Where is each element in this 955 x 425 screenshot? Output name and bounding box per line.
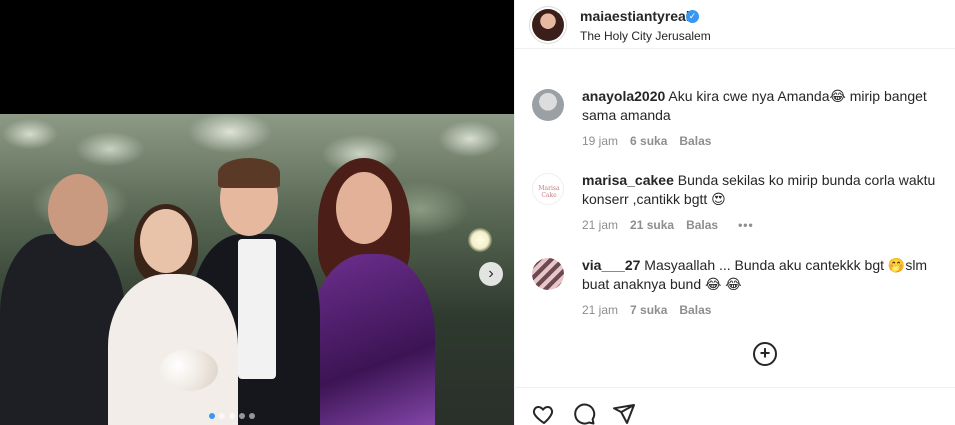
carousel-indicator — [209, 413, 255, 419]
carousel-dot — [209, 413, 215, 419]
comment-body: via___27 Masyaallah ... Bunda aku cantek… — [582, 256, 955, 294]
woman-in-purple-dress — [310, 254, 435, 425]
carousel-dot — [249, 413, 255, 419]
woman-face — [336, 172, 392, 244]
bride-dress — [108, 274, 238, 425]
share-icon[interactable] — [612, 402, 636, 425]
bouquet — [160, 349, 218, 391]
comment-time[interactable]: 21 jam — [582, 218, 618, 232]
post-media: › — [0, 0, 514, 425]
commenter-username[interactable]: anayola2020 — [582, 88, 665, 104]
comment-time[interactable]: 21 jam — [582, 303, 618, 317]
chevron-right-icon: › — [488, 265, 494, 282]
post-location[interactable]: The Holy City Jerusalem — [580, 29, 711, 43]
carousel-dot — [239, 413, 245, 419]
author-avatar[interactable] — [532, 9, 564, 41]
man-in-tuxedo — [0, 234, 125, 425]
groom-shirt — [238, 239, 276, 379]
commenter-avatar[interactable] — [532, 258, 564, 290]
commenter-avatar[interactable] — [532, 89, 564, 121]
verified-badge-icon: ✓ — [686, 10, 699, 23]
carousel-dot — [229, 413, 235, 419]
comment-likes[interactable]: 21 suka — [630, 218, 674, 232]
commenter-username[interactable]: via___27 — [582, 257, 640, 273]
comments-list[interactable]: anayola2020 Aku kira cwe nya Amanda😂 mir… — [515, 49, 955, 387]
groom-hair — [218, 158, 280, 188]
reply-button[interactable]: Balas — [679, 303, 711, 317]
comment-body: anayola2020 Aku kira cwe nya Amanda😂 mir… — [582, 87, 955, 125]
comment-body: marisa_cakee Bunda sekilas ko mirip bund… — [582, 171, 955, 209]
comment-time[interactable]: 19 jam — [582, 134, 618, 148]
reply-button[interactable]: Balas — [679, 134, 711, 148]
next-slide-button[interactable]: › — [479, 262, 503, 286]
comment-meta: 21 jam 7 suka Balas — [582, 303, 711, 317]
reply-button[interactable]: Balas — [686, 218, 718, 232]
heart-icon[interactable] — [532, 402, 556, 425]
plus-circle-icon: + — [759, 343, 771, 363]
post-photo[interactable] — [0, 114, 514, 425]
commenter-username[interactable]: marisa_cakee — [582, 172, 674, 188]
comment-meta: 19 jam 6 suka Balas — [582, 134, 711, 148]
more-options-icon[interactable]: ••• — [738, 218, 754, 232]
post-header: maiaestiantyreal ✓ The Holy City Jerusal… — [515, 0, 955, 49]
man-face — [48, 174, 108, 246]
avatar-logo-text: Marisa Cake — [538, 185, 560, 199]
bride-face — [140, 209, 192, 273]
comment-meta: 21 jam 21 suka Balas ••• — [582, 218, 754, 232]
post-sidebar: maiaestiantyreal ✓ The Holy City Jerusal… — [514, 0, 955, 425]
comment-icon[interactable] — [572, 402, 596, 425]
commenter-avatar[interactable]: Marisa Cake — [532, 173, 564, 205]
author-username[interactable]: maiaestiantyreal — [580, 8, 690, 24]
garden-lamp — [468, 228, 492, 252]
load-more-comments-button[interactable]: + — [753, 342, 777, 366]
comment-likes[interactable]: 6 suka — [630, 134, 667, 148]
carousel-dot — [219, 413, 225, 419]
post-actions — [515, 387, 955, 425]
comment-likes[interactable]: 7 suka — [630, 303, 667, 317]
